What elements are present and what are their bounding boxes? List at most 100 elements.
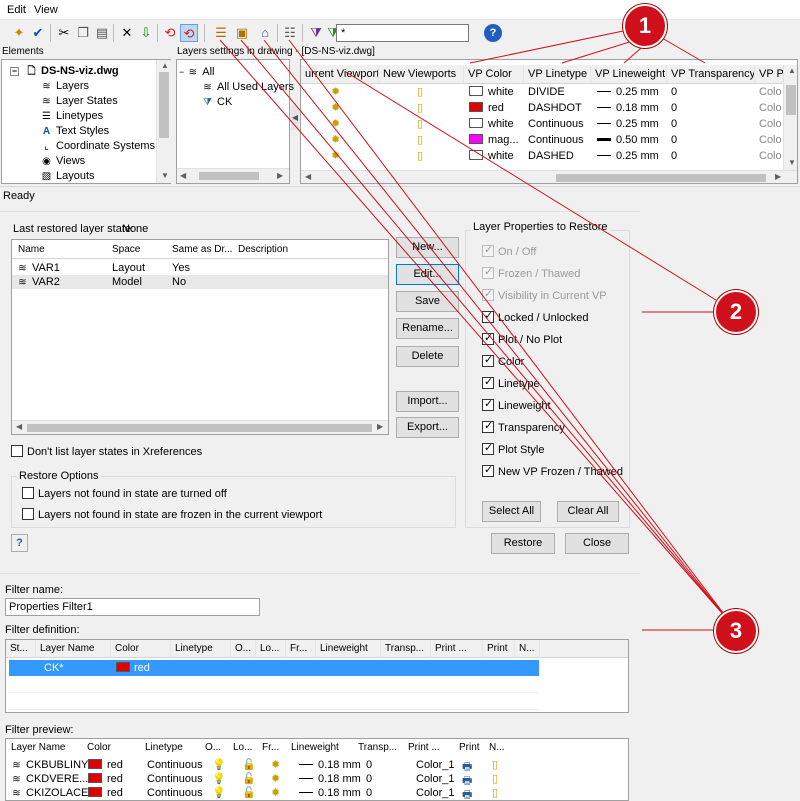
tree-item-coordinate-systems[interactable]: ⌞ Coordinate Systems xyxy=(40,140,155,152)
table-row[interactable]: ≋ CKBUBLINY red Continuous 💡 🔓 ✹ 0.18 mm 0 Color_… xyxy=(6,758,628,773)
newvp-frozen-icon[interactable]: ▯ xyxy=(417,133,423,146)
filter-def-col[interactable]: Color xyxy=(111,640,171,658)
vp-plotstyle-cell[interactable]: Colo xyxy=(759,134,782,146)
filter-prev-col[interactable]: Lineweight xyxy=(291,739,358,756)
restore-prop-checkbox[interactable]: Linetype xyxy=(482,375,540,390)
delete-icon[interactable]: ✕ xyxy=(118,24,136,42)
paste-icon[interactable]: ▤ xyxy=(93,24,111,42)
filter-input[interactable]: * xyxy=(336,24,469,42)
vp-lineweight-cell[interactable]: 0.50 mm xyxy=(597,134,659,146)
vp-frozen-icon[interactable]: ✹ xyxy=(331,117,340,130)
restore-prop-checkbox[interactable]: Plot Style xyxy=(482,441,544,456)
vp-transparency-cell[interactable]: 0 xyxy=(671,150,677,162)
tree-all-used[interactable]: ≋ All Used Layers xyxy=(201,81,294,93)
vp-color-cell[interactable]: white xyxy=(469,150,514,162)
import-icon[interactable]: ⇩ xyxy=(137,24,155,42)
clear-all-button[interactable]: Clear All xyxy=(557,501,619,522)
vp-color-cell[interactable]: white xyxy=(469,86,514,98)
col-vp-lineweight[interactable]: VP Lineweight xyxy=(591,65,667,83)
filter-prev-col[interactable]: Lo... xyxy=(233,739,262,756)
vp-transparency-cell[interactable]: 0 xyxy=(671,86,677,98)
tree-item-layouts[interactable]: ▧ Layouts xyxy=(40,170,95,182)
vp-transparency-cell[interactable]: 0 xyxy=(671,102,677,114)
vp-frozen-icon[interactable]: ✹ xyxy=(331,101,340,114)
filter-prev-col[interactable]: Layer Name xyxy=(11,739,87,756)
filter-def-color[interactable]: red xyxy=(116,662,150,674)
table-row[interactable]: ≋ VAR2 Model No xyxy=(12,275,388,289)
table-row[interactable]: ✹ ▯ white DASHED 0.25 mm 0 Colo xyxy=(301,148,783,164)
col-new-viewports[interactable]: New Viewports xyxy=(379,65,464,83)
help-button[interactable]: ? xyxy=(11,534,28,552)
tree-all[interactable]: − ≋ All xyxy=(179,66,215,78)
filter-def-col[interactable]: Lo... xyxy=(256,640,286,658)
vp-linetype-cell[interactable]: DASHED xyxy=(528,150,574,162)
import-button[interactable]: Import... xyxy=(396,391,459,412)
vp-linetype-cell[interactable]: Continuous xyxy=(528,118,584,130)
copy-icon[interactable]: ❐ xyxy=(74,24,92,42)
newvp-frozen-icon[interactable]: ▯ xyxy=(417,85,423,98)
splitter-collapse[interactable]: ◀ xyxy=(291,106,299,130)
layer-filter-icon[interactable]: ☰ xyxy=(212,24,230,42)
tree-item-layer-states[interactable]: ≋ Layer States xyxy=(40,95,117,107)
vp-plotstyle-cell[interactable]: Colo xyxy=(759,118,782,130)
restore-prop-checkbox[interactable]: Locked / Unlocked xyxy=(482,309,589,324)
restore-prop-checkbox[interactable]: Color xyxy=(482,353,524,368)
tree-ck[interactable]: ⧩ CK xyxy=(201,96,232,108)
col-description[interactable]: Description xyxy=(238,244,288,255)
filter-prev-col[interactable]: Linetype xyxy=(145,739,205,756)
newvp-frozen-icon[interactable]: ▯ xyxy=(417,101,423,114)
dont-list-xref-checkbox[interactable]: Don't list layer states in Xreferences xyxy=(11,445,202,458)
col-same[interactable]: Same as Dr... xyxy=(172,244,233,255)
col-name[interactable]: Name xyxy=(18,244,45,255)
newvp-frozen-icon[interactable]: ▯ xyxy=(417,117,423,130)
filter-name-input[interactable]: Properties Filter1 xyxy=(5,598,260,616)
sync-icon[interactable]: ⟲ xyxy=(161,24,179,42)
vp-plotstyle-cell[interactable]: Colo xyxy=(759,150,782,162)
vp-plotstyle-cell[interactable]: Colo xyxy=(759,86,782,98)
filter-def-col[interactable]: Print xyxy=(483,640,515,658)
layer-group-icon[interactable]: ▣ xyxy=(233,24,251,42)
filter-prev-col[interactable]: O... xyxy=(205,739,233,756)
col-vp-transparency[interactable]: VP Transparency xyxy=(667,65,755,83)
layer-state-icon[interactable]: ⌂ xyxy=(256,24,274,42)
filter-def-col[interactable]: St... xyxy=(6,640,36,658)
vp-lineweight-cell[interactable]: 0.25 mm xyxy=(597,150,659,162)
vp-plotstyle-cell[interactable]: Colo xyxy=(759,102,782,114)
tree-item-linetypes[interactable]: ☰ Linetypes xyxy=(40,110,103,122)
table-row[interactable]: ✹ ▯ white DIVIDE 0.25 mm 0 Colo xyxy=(301,84,783,100)
elements-scrollbar[interactable]: ▲ ▼ xyxy=(156,60,171,183)
col-space[interactable]: Space xyxy=(112,244,140,255)
vp-color-cell[interactable]: white xyxy=(469,118,514,130)
table-row[interactable]: ✹ ▯ white Continuous 0.25 mm 0 Colo xyxy=(301,116,783,132)
vp-transparency-cell[interactable]: 0 xyxy=(671,118,677,130)
vp-lineweight-cell[interactable]: 0.18 mm xyxy=(597,102,659,114)
table-row[interactable]: ≋ CKIZOLACE red Continuous 💡 🔓 ✹ 0.18 mm 0 Color_… xyxy=(6,786,628,800)
restore-prop-checkbox[interactable]: Plot / No Plot xyxy=(482,331,562,346)
check-icon[interactable]: ✔ xyxy=(29,24,47,42)
table-row[interactable]: ≋ VAR1 Layout Yes xyxy=(12,261,388,275)
new-button[interactable]: New... xyxy=(396,237,459,258)
vp-transparency-cell[interactable]: 0 xyxy=(671,134,677,146)
filter-def-row[interactable]: CK* red xyxy=(9,660,539,676)
filter-def-col[interactable]: Print ... xyxy=(431,640,483,658)
vp-linetype-cell[interactable]: Continuous xyxy=(528,134,584,146)
menu-view[interactable]: View xyxy=(34,4,58,16)
select-all-button[interactable]: Select All xyxy=(482,501,541,522)
new-icon[interactable]: ✦ xyxy=(10,24,28,42)
cut-icon[interactable]: ✂ xyxy=(55,24,73,42)
filter-prev-col[interactable]: N... xyxy=(489,739,514,756)
filter-def-col[interactable]: Linetype xyxy=(171,640,231,658)
col-vp-linetype[interactable]: VP Linetype xyxy=(524,65,591,83)
menu-edit[interactable]: Edit xyxy=(7,4,26,16)
grid-vscroll[interactable]: ▲ ▼ xyxy=(783,65,797,170)
newvp-frozen-icon[interactable]: ▯ xyxy=(417,149,423,162)
vp-linetype-cell[interactable]: DASHDOT xyxy=(528,102,582,114)
help-icon[interactable]: ? xyxy=(484,24,502,42)
vp-linetype-cell[interactable]: DIVIDE xyxy=(528,86,565,98)
table-row[interactable]: ✹ ▯ red DASHDOT 0.18 mm 0 Colo xyxy=(301,100,783,116)
col-vp-plotstyle[interactable]: VP Pr xyxy=(755,65,785,83)
filter-def-col[interactable]: Lineweight xyxy=(316,640,381,658)
table-row[interactable]: ✹ ▯ mag... Continuous 0.50 mm 0 Colo xyxy=(301,132,783,148)
vp-color-cell[interactable]: red xyxy=(469,102,504,114)
tree-item-text-styles[interactable]: A Text Styles xyxy=(40,125,109,137)
